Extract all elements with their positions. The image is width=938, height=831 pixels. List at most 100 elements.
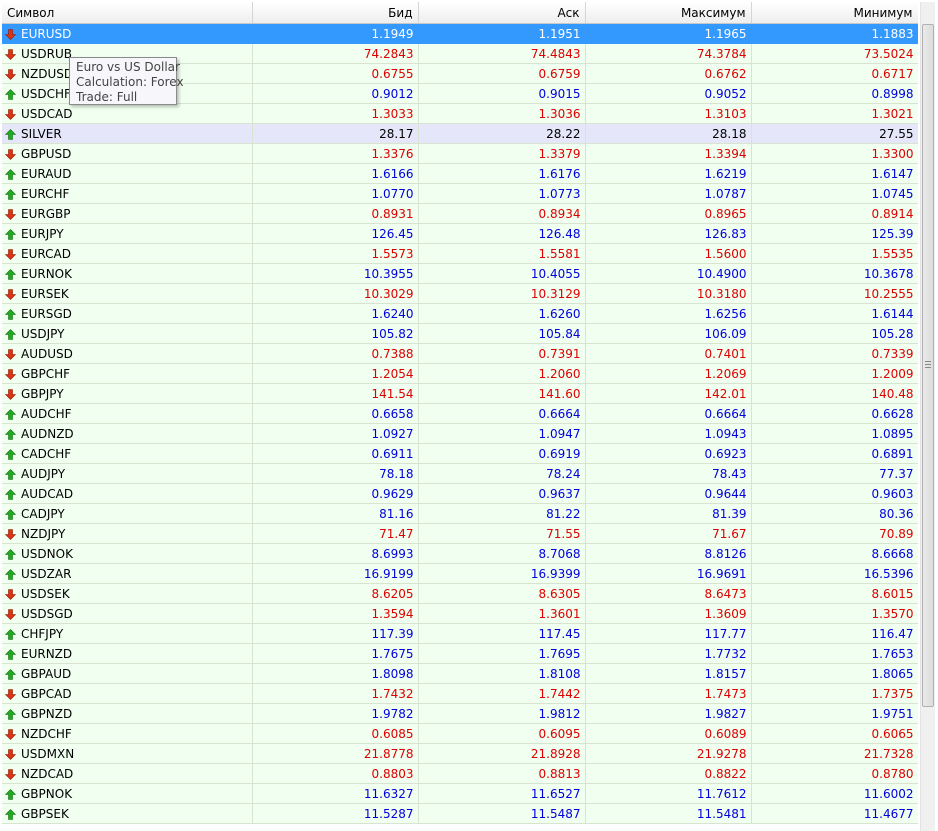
- symbol-cell[interactable]: NZDCHF: [2, 723, 253, 744]
- bid-cell[interactable]: 28.17: [252, 123, 419, 144]
- quote-row[interactable]: USDSGD 1.3594 1.3601 1.3609 1.3570: [2, 603, 918, 624]
- high-cell[interactable]: 1.3103: [585, 103, 752, 124]
- bid-cell[interactable]: 1.5573: [252, 243, 419, 264]
- symbol-cell[interactable]: CHFJPY: [2, 623, 253, 644]
- symbol-cell[interactable]: GBPCHF: [2, 363, 253, 384]
- low-cell[interactable]: 1.2009: [751, 363, 918, 384]
- ask-cell[interactable]: 21.8928: [418, 743, 586, 764]
- quote-row[interactable]: AUDCHF 0.6658 0.6664 0.6664 0.6628: [2, 403, 918, 424]
- ask-cell[interactable]: 0.6095: [418, 723, 586, 744]
- low-cell[interactable]: 0.6891: [751, 443, 918, 464]
- high-cell[interactable]: 0.8822: [585, 763, 752, 784]
- symbol-cell[interactable]: USDZAR: [2, 563, 253, 584]
- low-cell[interactable]: 27.55: [751, 123, 918, 144]
- low-cell[interactable]: 1.1883: [751, 23, 918, 44]
- ask-cell[interactable]: 71.55: [418, 523, 586, 544]
- low-cell[interactable]: 1.3570: [751, 603, 918, 624]
- low-cell[interactable]: 125.39: [751, 223, 918, 244]
- low-cell[interactable]: 0.9603: [751, 483, 918, 504]
- symbol-cell[interactable]: GBPAUD: [2, 663, 253, 684]
- high-cell[interactable]: 74.3784: [585, 43, 752, 64]
- symbol-cell[interactable]: GBPCAD: [2, 683, 253, 704]
- symbol-cell[interactable]: USDCAD: [2, 103, 253, 124]
- bid-cell[interactable]: 21.8778: [252, 743, 419, 764]
- bid-cell[interactable]: 71.47: [252, 523, 419, 544]
- ask-cell[interactable]: 11.6527: [418, 783, 586, 804]
- symbol-cell[interactable]: AUDCHF: [2, 403, 253, 424]
- high-cell[interactable]: 0.8965: [585, 203, 752, 224]
- symbol-cell[interactable]: GBPNOK: [2, 783, 253, 804]
- bid-cell[interactable]: 1.6240: [252, 303, 419, 324]
- ask-cell[interactable]: 1.0773: [418, 183, 586, 204]
- high-cell[interactable]: 1.6256: [585, 303, 752, 324]
- high-cell[interactable]: 0.6762: [585, 63, 752, 84]
- low-cell[interactable]: 77.37: [751, 463, 918, 484]
- ask-cell[interactable]: 1.7442: [418, 683, 586, 704]
- ask-cell[interactable]: 28.22: [418, 123, 586, 144]
- bid-cell[interactable]: 10.3029: [252, 283, 419, 304]
- ask-cell[interactable]: 117.45: [418, 623, 586, 644]
- high-cell[interactable]: 1.2069: [585, 363, 752, 384]
- high-cell[interactable]: 8.6473: [585, 583, 752, 604]
- ask-cell[interactable]: 1.3601: [418, 603, 586, 624]
- quote-row[interactable]: USDMXN 21.8778 21.8928 21.9278 21.7328: [2, 743, 918, 764]
- high-cell[interactable]: 0.9644: [585, 483, 752, 504]
- bid-cell[interactable]: 0.9012: [252, 83, 419, 104]
- ask-cell[interactable]: 1.3379: [418, 143, 586, 164]
- quote-row[interactable]: NZDJPY 71.47 71.55 71.67 70.89: [2, 523, 918, 544]
- low-cell[interactable]: 80.36: [751, 503, 918, 524]
- high-cell[interactable]: 1.0787: [585, 183, 752, 204]
- symbol-cell[interactable]: EURAUD: [2, 163, 253, 184]
- symbol-cell[interactable]: USDSEK: [2, 583, 253, 604]
- symbol-cell[interactable]: EURJPY: [2, 223, 253, 244]
- bid-cell[interactable]: 8.6205: [252, 583, 419, 604]
- low-cell[interactable]: 11.6002: [751, 783, 918, 804]
- symbol-cell[interactable]: AUDNZD: [2, 423, 253, 444]
- symbol-cell[interactable]: EURNZD: [2, 643, 253, 664]
- quote-row[interactable]: EURAUD 1.6166 1.6176 1.6219 1.6147: [2, 163, 918, 184]
- quote-row[interactable]: CADJPY 81.16 81.22 81.39 80.36: [2, 503, 918, 524]
- low-cell[interactable]: 1.3300: [751, 143, 918, 164]
- ask-cell[interactable]: 11.5487: [418, 803, 586, 824]
- bid-cell[interactable]: 1.9782: [252, 703, 419, 724]
- low-cell[interactable]: 70.89: [751, 523, 918, 544]
- high-cell[interactable]: 1.8157: [585, 663, 752, 684]
- ask-cell[interactable]: 1.8108: [418, 663, 586, 684]
- symbol-cell[interactable]: CADJPY: [2, 503, 253, 524]
- column-header-symbol[interactable]: Символ: [2, 2, 253, 24]
- symbol-cell[interactable]: USDSGD: [2, 603, 253, 624]
- symbol-cell[interactable]: CADCHF: [2, 443, 253, 464]
- bid-cell[interactable]: 1.7432: [252, 683, 419, 704]
- symbol-cell[interactable]: EURUSD: [2, 23, 253, 44]
- low-cell[interactable]: 21.7328: [751, 743, 918, 764]
- low-cell[interactable]: 0.8998: [751, 83, 918, 104]
- quote-row[interactable]: EURJPY 126.45 126.48 126.83 125.39: [2, 223, 918, 244]
- quote-row[interactable]: AUDCAD 0.9629 0.9637 0.9644 0.9603: [2, 483, 918, 504]
- quote-row[interactable]: NZDCHF 0.6085 0.6095 0.6089 0.6065: [2, 723, 918, 744]
- ask-cell[interactable]: 1.5581: [418, 243, 586, 264]
- quote-row[interactable]: EURNOK 10.3955 10.4055 10.4900 10.3678: [2, 263, 918, 284]
- high-cell[interactable]: 1.0943: [585, 423, 752, 444]
- high-cell[interactable]: 11.5481: [585, 803, 752, 824]
- bid-cell[interactable]: 105.82: [252, 323, 419, 344]
- symbol-cell[interactable]: NZDCAD: [2, 763, 253, 784]
- low-cell[interactable]: 105.28: [751, 323, 918, 344]
- ask-cell[interactable]: 74.4843: [418, 43, 586, 64]
- low-cell[interactable]: 0.8780: [751, 763, 918, 784]
- high-cell[interactable]: 8.8126: [585, 543, 752, 564]
- high-cell[interactable]: 117.77: [585, 623, 752, 644]
- quote-row[interactable]: GBPCHF 1.2054 1.2060 1.2069 1.2009: [2, 363, 918, 384]
- quote-row[interactable]: EURCHF 1.0770 1.0773 1.0787 1.0745: [2, 183, 918, 204]
- quote-row[interactable]: AUDNZD 1.0927 1.0947 1.0943 1.0895: [2, 423, 918, 444]
- bid-cell[interactable]: 1.2054: [252, 363, 419, 384]
- ask-cell[interactable]: 1.6260: [418, 303, 586, 324]
- symbol-cell[interactable]: GBPJPY: [2, 383, 253, 404]
- high-cell[interactable]: 10.4900: [585, 263, 752, 284]
- scrollbar-thumb[interactable]: [922, 24, 934, 707]
- low-cell[interactable]: 1.8065: [751, 663, 918, 684]
- bid-cell[interactable]: 81.16: [252, 503, 419, 524]
- symbol-cell[interactable]: GBPNZD: [2, 703, 253, 724]
- quote-row[interactable]: AUDJPY 78.18 78.24 78.43 77.37: [2, 463, 918, 484]
- symbol-cell[interactable]: EURSGD: [2, 303, 253, 324]
- high-cell[interactable]: 1.6219: [585, 163, 752, 184]
